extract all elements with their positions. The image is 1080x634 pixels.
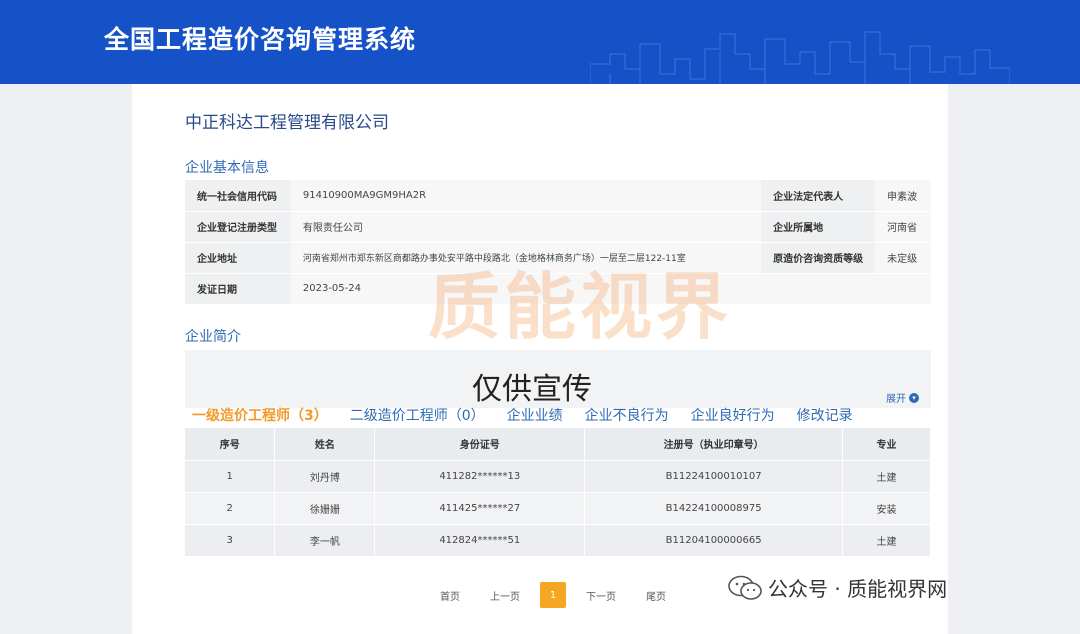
table-cell: 土建 [842, 523, 931, 556]
basic-info-title: 企业基本信息 [185, 160, 269, 176]
table-row[interactable]: 1 刘丹博 411282******13 B11224100010107 土建 [185, 459, 931, 492]
prev-page-link[interactable]: 上一页 [480, 588, 530, 603]
table-cell: 李一帆 [274, 523, 376, 556]
chevron-down-icon: ▾ [909, 392, 919, 403]
info-label: 企业地址 [185, 242, 291, 274]
info-value: 河南省 [875, 211, 931, 243]
table-row[interactable]: 3 李一帆 412824******51 B11204100000665 土建 [185, 523, 931, 556]
info-value [875, 273, 931, 305]
top-header-bar: 全国工程造价咨询管理系统 [0, 0, 1080, 84]
next-page-link[interactable]: 下一页 [576, 588, 626, 603]
table-header-row: 序号 姓名 身份证号 注册号（执业印章号） 专业 [185, 428, 931, 460]
table-cell: 412824******51 [374, 523, 586, 556]
info-value: 2023-05-24 [290, 273, 762, 305]
engineers-table: 序号 姓名 身份证号 注册号（执业印章号） 专业 1 刘丹博 411282***… [185, 428, 931, 556]
table-cell: 3 [185, 523, 276, 556]
info-value: 申素波 [875, 180, 931, 212]
info-value: 河南省郑州市郑东新区商都路办事处安平路中段路北（金地格林商务广场）一层至二层12… [290, 242, 762, 274]
company-name: 中正科达工程管理有限公司 [185, 113, 389, 133]
tab-bad-behavior[interactable]: 企业不良行为 [585, 405, 669, 425]
tab-change-log[interactable]: 修改记录 [797, 405, 853, 425]
expand-label: 展开 [886, 394, 906, 405]
info-label: 企业法定代表人 [761, 180, 876, 212]
intro-title: 企业简介 [185, 329, 241, 345]
last-page-link[interactable]: 尾页 [636, 588, 676, 603]
info-label: 企业登记注册类型 [185, 211, 291, 243]
table-cell: 安装 [842, 491, 931, 524]
info-row: 企业登记注册类型 有限责任公司 企业所属地 河南省 [185, 211, 931, 243]
tab-good-behavior[interactable]: 企业良好行为 [691, 405, 775, 425]
tab-performance[interactable]: 企业业绩 [507, 405, 563, 425]
first-page-link[interactable]: 首页 [430, 588, 470, 603]
current-page-button[interactable]: 1 [540, 582, 566, 608]
table-row[interactable]: 2 徐姗姗 411425******27 B14224100008975 安装 [185, 491, 931, 524]
tab-level2-engineers[interactable]: 二级造价工程师（0） [350, 405, 485, 425]
intro-box [185, 350, 931, 408]
table-cell: 411425******27 [374, 491, 586, 524]
info-value: 91410900MA9GM9HA2R [290, 180, 762, 212]
table-cell: B11204100000665 [584, 523, 844, 556]
basic-info-table: 统一社会信用代码 91410900MA9GM9HA2R 企业法定代表人 申素波 … [185, 180, 931, 305]
column-header: 姓名 [274, 428, 376, 460]
table-cell: 徐姗姗 [274, 491, 376, 524]
table-cell: B14224100008975 [584, 491, 844, 524]
table-cell: 刘丹博 [274, 459, 376, 492]
tab-level1-engineers[interactable]: 一级造价工程师（3） [192, 405, 328, 425]
column-header: 注册号（执业印章号） [584, 428, 844, 460]
info-value: 有限责任公司 [290, 211, 762, 243]
pagination: 首页 上一页 1 下一页 尾页 [430, 582, 676, 608]
info-label: 统一社会信用代码 [185, 180, 291, 212]
city-skyline-icon [590, 31, 1010, 84]
column-header: 专业 [842, 428, 931, 460]
info-label: 原造价咨询资质等级 [761, 242, 876, 274]
info-row: 统一社会信用代码 91410900MA9GM9HA2R 企业法定代表人 申素波 [185, 180, 931, 212]
tab-bar: 一级造价工程师（3） 二级造价工程师（0） 企业业绩 企业不良行为 企业良好行为… [192, 405, 853, 425]
info-row: 企业地址 河南省郑州市郑东新区商都路办事处安平路中段路北（金地格林商务广场）一层… [185, 242, 931, 274]
system-title: 全国工程造价咨询管理系统 [104, 25, 417, 54]
info-value: 未定级 [875, 242, 931, 274]
column-header: 序号 [185, 428, 276, 460]
table-cell: B11224100010107 [584, 459, 844, 492]
info-row: 发证日期 2023-05-24 [185, 273, 931, 305]
expand-button[interactable]: 展开 ▾ [886, 390, 919, 405]
column-header: 身份证号 [374, 428, 586, 460]
info-label: 发证日期 [185, 273, 291, 305]
table-cell: 411282******13 [374, 459, 586, 492]
table-cell: 土建 [842, 459, 931, 492]
table-cell: 2 [185, 491, 276, 524]
info-label [761, 273, 876, 305]
table-cell: 1 [185, 459, 276, 492]
info-label: 企业所属地 [761, 211, 876, 243]
